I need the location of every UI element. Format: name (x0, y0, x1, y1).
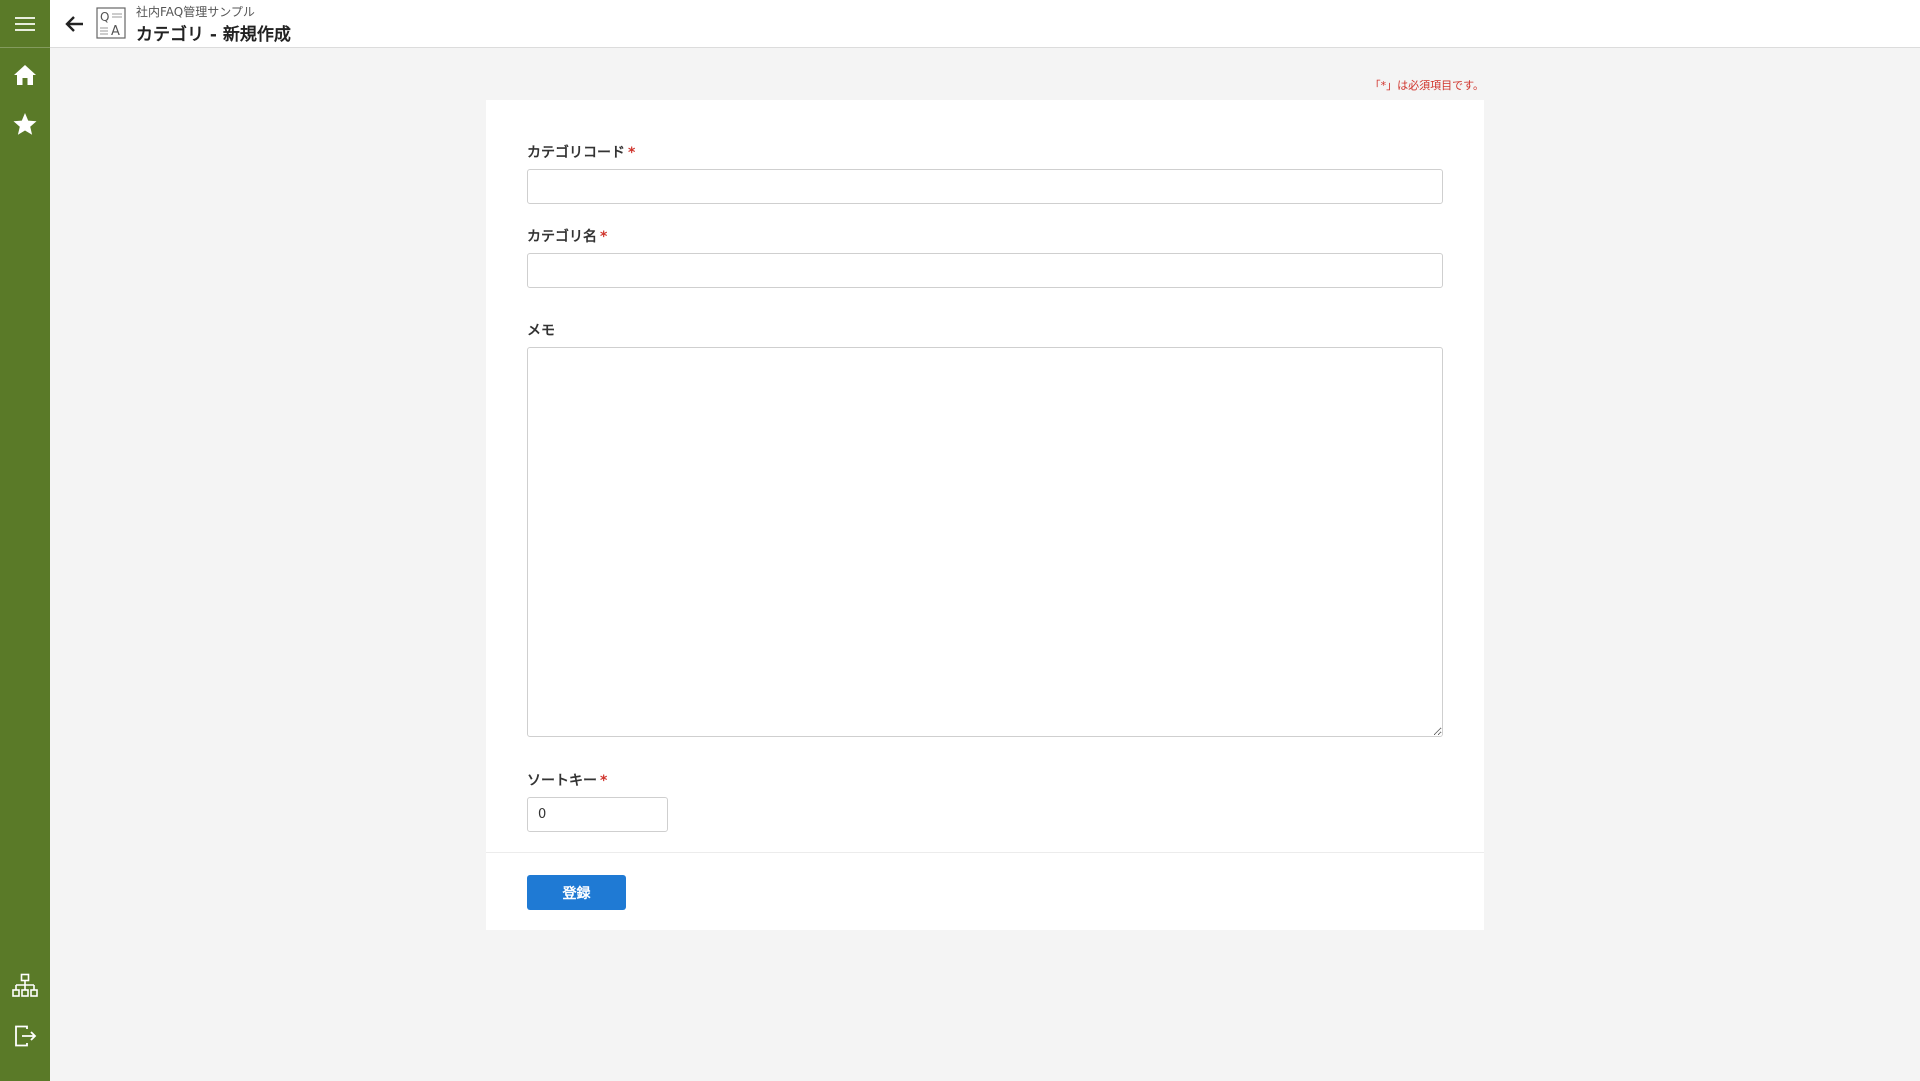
star-icon (13, 113, 37, 135)
category-code-input[interactable] (527, 169, 1443, 204)
back-button[interactable] (60, 9, 90, 39)
required-mark: * (600, 229, 608, 245)
menu-icon (15, 16, 35, 31)
app-name: 社内FAQ管理サンプル (136, 5, 255, 19)
header: Q A 社内FAQ管理サンプル カテゴリ - 新規作成 (50, 0, 1920, 48)
category-code-label: カテゴリコード * (527, 145, 636, 161)
logout-button[interactable] (0, 1014, 50, 1058)
form-panel: カテゴリコード* カテゴリ名* メモ ソートキー* 登録 (486, 100, 1484, 930)
home-icon (14, 65, 36, 85)
category-name-input[interactable] (527, 253, 1443, 288)
sort-key-input[interactable] (527, 797, 668, 832)
category-name-label: カテゴリ名 * (527, 229, 608, 245)
required-mark: * (628, 145, 636, 161)
qa-app-icon: Q A (96, 7, 126, 39)
required-note: 「*」は必須項目です。 (1369, 79, 1484, 92)
page-title: カテゴリ - 新規作成 (136, 25, 291, 45)
sidebar (0, 0, 50, 1081)
home-button[interactable] (0, 53, 50, 97)
svg-text:A: A (111, 24, 120, 39)
memo-textarea[interactable] (527, 347, 1443, 737)
divider (486, 852, 1484, 853)
favorites-button[interactable] (0, 102, 50, 146)
logout-icon (15, 1025, 37, 1047)
sort-key-label: ソートキー * (527, 773, 608, 789)
menu-button[interactable] (0, 0, 50, 48)
memo-label: メモ (527, 323, 555, 339)
sitemap-button[interactable] (0, 964, 50, 1008)
register-button[interactable]: 登録 (527, 875, 626, 910)
required-mark: * (600, 773, 608, 789)
sitemap-icon (12, 973, 38, 997)
arrow-left-icon (65, 16, 83, 32)
svg-text:Q: Q (100, 10, 109, 24)
